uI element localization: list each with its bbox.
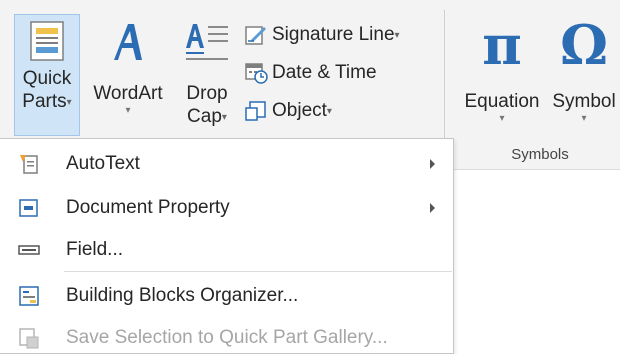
chevron-down-icon: ▾	[394, 30, 400, 41]
symbols-group-label: Symbols	[511, 146, 569, 163]
quick-parts-label-line1: Quick	[22, 68, 72, 89]
chevron-down-icon: ▾	[581, 113, 587, 124]
omega-icon: Ω	[559, 13, 609, 77]
pi-icon: π	[482, 13, 522, 77]
chevron-down-icon: ▾	[499, 113, 505, 124]
autotext-icon	[20, 155, 38, 174]
field-icon	[18, 245, 40, 255]
document-property-icon	[19, 199, 38, 217]
signature-line-label: Signature Line	[272, 24, 395, 45]
signature-line-button[interactable]: Signature Line ▾	[244, 18, 400, 52]
object-label: Object	[272, 100, 327, 121]
menu-item-label: Save Selection to Quick Part Gallery...	[66, 327, 388, 348]
drop-cap-label-line2: Cap	[187, 106, 222, 127]
menu-item-label: Building Blocks Organizer...	[66, 285, 299, 306]
quick-parts-icon	[30, 21, 64, 61]
menu-item-label: AutoText	[66, 153, 140, 174]
menu-item-field[interactable]: Field...	[0, 229, 454, 271]
object-icon	[245, 101, 266, 121]
wordart-icon	[114, 24, 142, 60]
chevron-down-icon: ▾	[125, 105, 131, 116]
calendar-clock-icon	[245, 63, 268, 84]
date-time-button[interactable]: Date & Time	[244, 56, 377, 90]
menu-item-label: Field...	[66, 239, 124, 260]
menu-item-document-property[interactable]: Document Property	[0, 187, 454, 229]
drop-cap-label-line1: Drop	[186, 83, 228, 104]
object-button[interactable]: Object ▾	[244, 94, 332, 128]
symbol-button[interactable]: Ω Symbol ▾	[548, 10, 620, 138]
menu-item-label: Document Property	[66, 197, 230, 218]
wordart-label: WordArt	[93, 83, 163, 104]
signature-line-icon	[245, 26, 266, 45]
chevron-down-icon: ▾	[221, 112, 227, 123]
menu-item-building-blocks-organizer[interactable]: Building Blocks Organizer...	[0, 275, 454, 317]
equation-button[interactable]: π Equation ▾	[456, 10, 548, 138]
submenu-arrow-icon	[430, 203, 435, 213]
quick-parts-menu: AutoText Document Property Field... Buil…	[0, 138, 454, 354]
quick-parts-button[interactable]: Quick Parts ▾	[14, 14, 80, 136]
menu-item-autotext[interactable]: AutoText	[0, 143, 454, 185]
chevron-down-icon: ▾	[66, 97, 72, 108]
submenu-arrow-icon	[430, 159, 435, 169]
menu-separator	[64, 271, 452, 272]
drop-cap-button[interactable]: Drop Cap ▾	[176, 18, 238, 136]
equation-label: Equation	[464, 91, 540, 112]
menu-item-save-selection-to-gallery[interactable]: Save Selection to Quick Part Gallery...	[0, 317, 454, 354]
chevron-down-icon: ▾	[326, 106, 332, 117]
drop-cap-icon	[186, 24, 228, 60]
wordart-button[interactable]: WordArt ▾	[82, 18, 174, 136]
quick-parts-label-line2: Parts	[22, 91, 67, 112]
save-to-gallery-icon	[19, 328, 39, 349]
symbol-label: Symbol	[552, 91, 616, 112]
date-time-label: Date & Time	[272, 62, 377, 83]
building-blocks-icon	[19, 286, 39, 306]
